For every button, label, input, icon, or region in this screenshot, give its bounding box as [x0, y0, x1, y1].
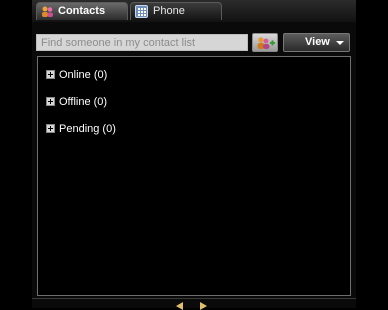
add-contact-button[interactable] [252, 33, 278, 52]
tab-contacts[interactable]: Contacts [36, 2, 128, 20]
expand-plus-icon[interactable] [46, 124, 55, 133]
contacts-people-icon [42, 6, 53, 17]
expand-plus-icon[interactable] [46, 70, 55, 79]
phone-keypad-icon [135, 5, 148, 18]
add-contact-icon [257, 37, 275, 49]
view-dropdown-button[interactable]: View [283, 33, 350, 52]
bottom-strip [32, 298, 356, 308]
next-arrow-icon[interactable] [200, 302, 207, 310]
tab-contacts-label: Contacts [58, 5, 106, 17]
view-button-label: View [305, 36, 330, 48]
tab-phone-label: Phone [153, 5, 185, 17]
contact-search-input[interactable] [36, 34, 248, 51]
group-online-label: Online (0) [59, 69, 108, 81]
tab-phone[interactable]: Phone [130, 2, 222, 20]
group-offline-label: Offline (0) [59, 96, 108, 108]
expand-plus-icon[interactable] [46, 97, 55, 106]
contact-list-panel: Online (0) Offline (0) Pending (0) [37, 56, 351, 296]
group-pending-label: Pending (0) [59, 123, 116, 135]
chevron-down-icon [336, 41, 344, 45]
previous-arrow-icon[interactable] [176, 302, 183, 310]
